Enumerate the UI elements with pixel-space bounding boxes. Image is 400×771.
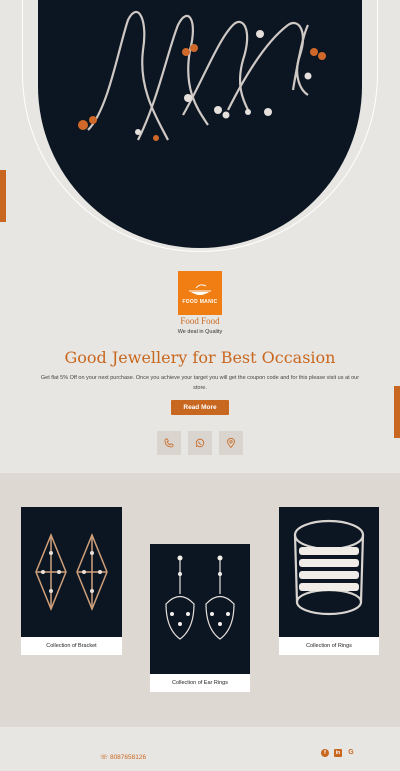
chandelier-earring-illustration (165, 555, 235, 640)
promo-description: Get flat 5% Off on your next purchase. O… (40, 375, 360, 391)
footer-phone[interactable]: ☏ 8087658126 (100, 753, 146, 761)
phone-icon: ☏ (100, 754, 109, 761)
collection-caption: Collection of Ear Rings (172, 680, 228, 686)
phone-icon (164, 438, 174, 448)
collection-caption: Collection of Rings (306, 643, 352, 649)
side-tab-right[interactable] (394, 386, 400, 438)
collection-caption: Collection of Bracket (46, 643, 97, 649)
brand-logo: FOOD MANIC (178, 271, 222, 315)
side-tab-left[interactable] (0, 170, 6, 222)
linkedin-icon[interactable]: in (334, 749, 342, 757)
earring-illustration (35, 533, 108, 611)
rings-illustration (293, 519, 365, 616)
brand-name: Food Food (180, 316, 220, 326)
rings-image (279, 507, 379, 637)
bracket-image (21, 507, 122, 637)
collection-card-bracket[interactable]: Collection of Bracket (21, 507, 122, 655)
dish-icon (189, 284, 211, 295)
hero-image (38, 0, 362, 248)
hero-section (0, 0, 400, 268)
earrings-image (150, 544, 250, 674)
collection-card-rings[interactable]: Collection of Rings (279, 507, 379, 655)
whatsapp-button[interactable] (188, 431, 212, 455)
read-more-button[interactable]: Read More (171, 400, 229, 415)
butterfly-bangle-illustration (78, 11, 326, 141)
logo-text: FOOD MANIC (182, 299, 218, 305)
location-button[interactable] (219, 431, 243, 455)
google-icon[interactable]: G (347, 749, 355, 757)
footer-phone-number: 8087658126 (109, 754, 147, 761)
location-icon (227, 438, 235, 448)
whatsapp-icon (195, 438, 205, 448)
page-title: Good Jewellery for Best Occasion (64, 348, 336, 367)
phone-button[interactable] (157, 431, 181, 455)
brand-tagline: We deal in Quality (177, 329, 223, 335)
collection-card-earrings[interactable]: Collection of Ear Rings (150, 544, 250, 692)
facebook-icon[interactable]: f (321, 749, 329, 757)
